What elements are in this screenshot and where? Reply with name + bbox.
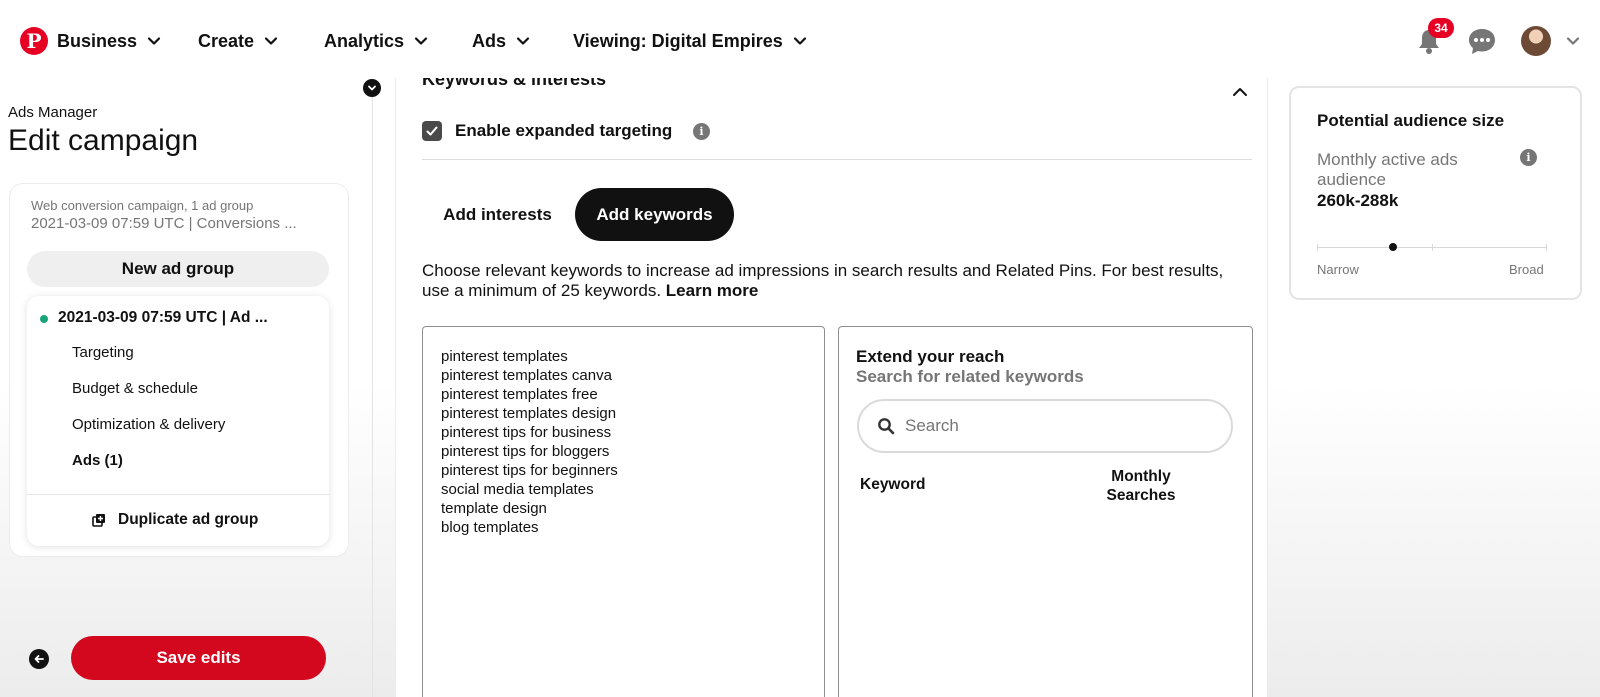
meter-tick: [1546, 244, 1547, 251]
page-title: Edit campaign: [8, 124, 199, 157]
campaign-name[interactable]: 2021-03-09 07:59 UTC | Conversions ...: [31, 215, 297, 232]
nav-business-label: Business: [57, 30, 138, 51]
tab-add-interests[interactable]: Add interests: [425, 188, 570, 241]
back-arrow-icon[interactable]: [29, 649, 49, 669]
divider: [422, 159, 1252, 160]
checkmark-icon: [426, 126, 438, 136]
user-avatar[interactable]: [1521, 26, 1551, 56]
duplicate-ad-group-label: Duplicate ad group: [118, 511, 259, 528]
keyword-item: pinterest templates canva: [441, 367, 612, 384]
audience-meter-indicator: [1388, 243, 1397, 251]
search-icon: [878, 418, 895, 435]
section-title: Keywords & interests: [422, 78, 606, 92]
nav-account-switcher[interactable]: Viewing: Digital Empires: [573, 27, 807, 55]
save-edits-button[interactable]: Save edits: [71, 636, 326, 680]
keyword-item: pinterest tips for bloggers: [441, 443, 610, 460]
section-title-text: Keywords & interests: [422, 78, 607, 89]
account-chevron-down-icon[interactable]: [1566, 34, 1580, 53]
notification-count-badge: 34: [1428, 18, 1454, 38]
chevron-up-icon[interactable]: [1232, 84, 1248, 102]
ad-group-name[interactable]: 2021-03-09 07:59 UTC | Ad ...: [58, 309, 268, 327]
sidebar-item-targeting[interactable]: Targeting: [72, 344, 134, 361]
keyword-item: pinterest templates design: [441, 405, 617, 422]
info-icon[interactable]: i: [1520, 149, 1537, 166]
nav-business-menu[interactable]: Business: [57, 27, 161, 55]
column-header-keyword: Keyword: [860, 476, 926, 493]
sidebar-item-optimization-delivery[interactable]: Optimization & delivery: [72, 416, 225, 433]
related-keyword-search[interactable]: [857, 399, 1233, 453]
column-header-monthly-searches: Monthly Searches: [1106, 468, 1176, 504]
duplicate-icon: [92, 514, 105, 527]
active-status-dot: [40, 315, 48, 323]
meter-broad-label: Broad: [1509, 262, 1544, 277]
sidebar-item-budget-schedule[interactable]: Budget & schedule: [72, 380, 198, 397]
keyword-item: template design: [441, 500, 547, 517]
audience-value: 260k-288k: [1317, 191, 1399, 210]
description-text: Choose relevant keywords to increase ad …: [422, 261, 1224, 300]
audience-size-title: Potential audience size: [1317, 111, 1505, 130]
nav-create-label: Create: [198, 30, 255, 51]
audience-label: Monthly active ads audience: [1317, 150, 1458, 189]
nav-viewing-label: Viewing: Digital Empires: [573, 30, 783, 51]
keyword-item: pinterest tips for business: [441, 424, 612, 441]
campaign-meta: Web conversion campaign, 1 ad group: [31, 198, 254, 213]
sidebar-divider: [372, 95, 373, 697]
meter-narrow-label: Narrow: [1317, 262, 1359, 277]
extend-reach-subtitle: Search for related keywords: [856, 367, 1084, 386]
new-ad-group-button[interactable]: New ad group: [27, 251, 329, 287]
expanded-targeting-checkbox[interactable]: [422, 121, 442, 141]
nav-ads-label: Ads: [472, 30, 507, 51]
top-nav: P Business Create Analytics Ads Viewing:…: [0, 0, 1600, 82]
search-input[interactable]: [905, 416, 1205, 436]
keyword-item: pinterest templates: [441, 348, 568, 365]
chevron-down-icon: [414, 34, 428, 48]
chevron-down-icon: [516, 34, 530, 48]
keyword-item: pinterest templates free: [441, 386, 598, 403]
nav-create-menu[interactable]: Create: [198, 27, 278, 55]
breadcrumb: Ads Manager: [8, 104, 98, 121]
info-icon[interactable]: i: [693, 123, 710, 140]
messages-icon[interactable]: [1467, 27, 1497, 55]
nav-analytics-label: Analytics: [324, 30, 405, 51]
keyword-list: pinterest templates pinterest templates …: [441, 347, 618, 537]
meter-tick: [1432, 244, 1433, 251]
expanded-targeting-label[interactable]: Enable expanded targeting: [455, 121, 672, 141]
divider: [27, 494, 329, 495]
chevron-down-icon: [264, 34, 278, 48]
keyword-item: blog templates: [441, 519, 539, 536]
nav-analytics-menu[interactable]: Analytics: [324, 27, 428, 55]
meter-tick: [1317, 244, 1318, 251]
tab-add-keywords[interactable]: Add keywords: [575, 188, 734, 241]
learn-more-link[interactable]: Learn more: [666, 281, 759, 300]
keyword-item: pinterest tips for beginners: [441, 462, 618, 479]
keywords-description: Choose relevant keywords to increase ad …: [422, 261, 1252, 301]
chevron-down-icon: [793, 34, 807, 48]
extend-reach-title: Extend your reach: [856, 347, 1005, 366]
sidebar-item-ads[interactable]: Ads (1): [72, 452, 123, 469]
keyword-item: social media templates: [441, 481, 594, 498]
chevron-down-icon: [147, 34, 161, 48]
collapse-sidebar-button[interactable]: [363, 79, 381, 97]
duplicate-ad-group-button[interactable]: Duplicate ad group: [92, 511, 258, 529]
nav-ads-menu[interactable]: Ads: [472, 27, 530, 55]
pinterest-logo-icon[interactable]: P: [20, 27, 48, 55]
